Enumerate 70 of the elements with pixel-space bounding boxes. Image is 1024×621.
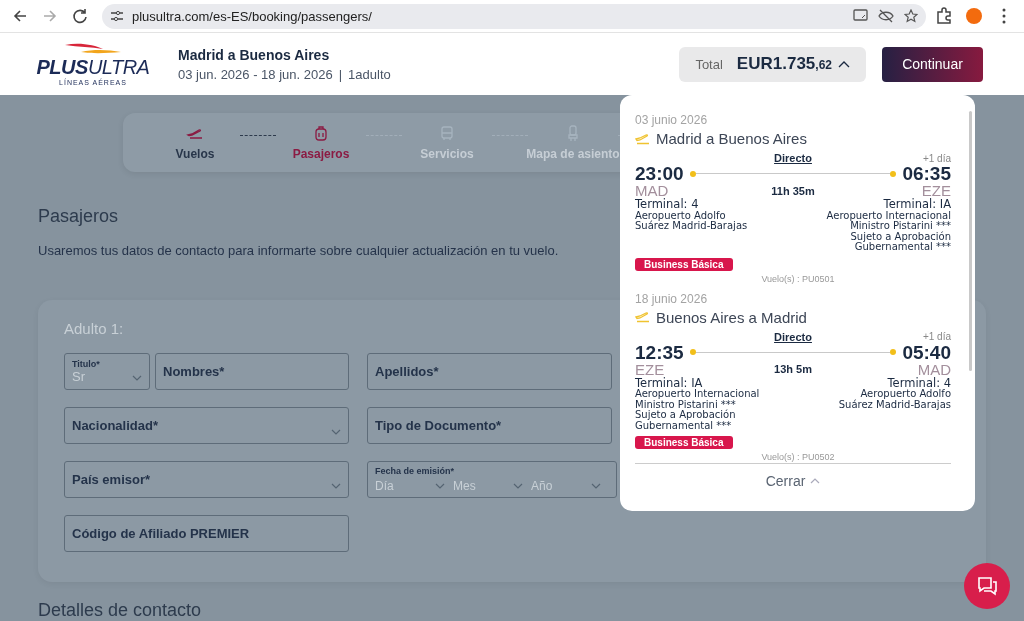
flight-duration: 11h 35m [770,184,816,197]
chevron-down-icon [331,429,341,435]
chevron-down-icon [591,483,601,489]
cast-icon[interactable] [853,9,868,23]
fare-badge: Business Básica [635,257,733,271]
chevron-down-icon [132,375,142,381]
airport-name: Aeropuerto Adolfo Suárez Madrid-Barajas [838,389,951,411]
airport-name: Aeropuerto Adolfo Suárez Madrid-Barajas [635,210,748,232]
text-field[interactable]: Apellidos* [367,353,612,390]
text-field[interactable]: Tipo de Documento* [367,407,612,444]
address-bar[interactable]: plusultra.com/es-ES/booking/passengers/ [102,3,926,29]
passenger-count: 1adulto [348,66,391,82]
dropdown-field[interactable]: Nacionalidad* [64,407,349,444]
intro-text: Usaremos tus datos de contacto para informarte sobre cualquier actualización en tu vuelo. [38,243,559,258]
section-title: Detalles de contacto [38,600,203,621]
stops-link[interactable]: Directo [689,152,897,164]
trip-dates: 03 jun. 2026 - 18 jun. 2026 [178,66,333,82]
airport-code: EZE [921,183,951,198]
terminal: Terminal: 4 [635,198,700,211]
day-offset: +1 día [921,152,951,164]
star-icon[interactable] [904,9,918,23]
logo-wordmark: PLUSULTRA [36,56,150,77]
airport-name: Aeropuerto Internacional Ministro Pistarini *** Sujeto a Aprobación Gubernamental *** [826,210,951,253]
separator: | [338,66,343,82]
segment-route: Madrid a Buenos Aires [656,130,807,147]
close-button[interactable]: Cerrar [759,472,827,491]
terminal: Terminal: IA [635,376,703,390]
caret-up-icon [810,478,821,485]
chevron-down-icon [513,483,523,489]
step-tab[interactable]: Vuelos [150,124,240,161]
text-field[interactable]: Código de Afiliado PREMIER [64,515,349,552]
title-select[interactable]: Titulo* Sr [64,353,150,390]
arrival-time: 06:35 [902,164,951,183]
segment-date: 18 junio 2026 [635,291,709,306]
step-tab[interactable]: Pasajeros [276,124,366,161]
plane-icon [635,311,651,324]
arrival-time: 05:40 [902,342,951,362]
trip-route: Madrid a Buenos Aires [178,46,331,63]
stops-link[interactable]: Directo [689,330,897,343]
terminal: Terminal: 4 [887,376,951,390]
eye-off-icon[interactable] [878,9,894,23]
text-field[interactable]: Nombres* [155,353,349,390]
chevron-down-icon [331,483,341,489]
airport-code: EZE [635,361,665,377]
segment-route: Buenos Aires a Madrid [656,308,807,326]
airport-code: MAD [917,361,951,377]
chevron-down-icon [435,483,445,489]
fare-badge: Business Básica [635,436,733,450]
flight-number: Vuelo(s) : PU0502 [760,452,836,463]
field-label: Fecha de emisión* [375,466,456,476]
scrollbar[interactable] [969,111,972,371]
plane-icon [635,132,651,145]
profile-avatar[interactable] [966,8,982,24]
flight-number: Vuelo(s) : PU0501 [760,273,836,284]
departure-time: 23:00 [635,164,684,183]
site-info-icon[interactable] [110,10,124,22]
page-title: Pasajeros [38,206,119,227]
terminal: Terminal: IA [882,198,951,211]
total-price-toggle[interactable]: Total EUR1.735,62 [679,46,866,82]
flight-duration: 13h 5m [773,363,813,376]
day-offset: +1 día [921,331,951,343]
dropdown-field[interactable]: País emisor* [64,461,349,498]
chat-icon [976,575,998,597]
airport-name: Aeropuerto Internacional Ministro Pistarini *** Sujeto a Aprobación Gubernamental *** [635,389,760,432]
departure-time: 12:35 [635,342,684,362]
continue-button[interactable]: Continuar [882,46,983,82]
chat-button[interactable] [964,563,1010,609]
airport-code: MAD [635,183,669,198]
segment-date: 03 junio 2026 [635,113,709,127]
passenger-heading: Adulto 1: [64,320,124,337]
